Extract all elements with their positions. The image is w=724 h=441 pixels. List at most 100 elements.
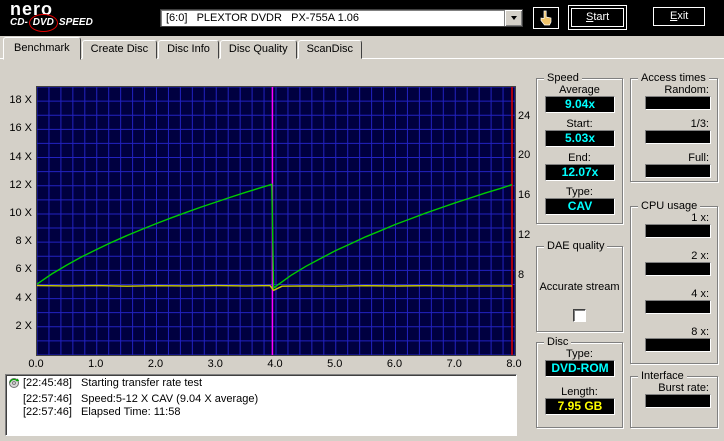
- disc-type-value: DVD-ROM: [545, 360, 615, 377]
- y-axis-tick: 2 X: [15, 319, 32, 332]
- tab-disc-info[interactable]: Disc Info: [158, 40, 219, 59]
- drive-selector-value: [6:0] PLEXTOR DVDR PX-755A 1.06: [166, 12, 359, 24]
- log-line: [22:57:46] Speed:5-12 X CAV (9.04 X aver…: [8, 393, 514, 406]
- disc-panel: Disc Type: DVD-ROM Length: 7.95 GB: [536, 336, 623, 428]
- right-axis-tick: 8: [518, 268, 525, 281]
- tab-create-disc[interactable]: Create Disc: [81, 40, 158, 59]
- speed-panel: Speed Average 9.04x Start: 5.03x End: 12…: [536, 72, 623, 224]
- cpu-2x-label: 2 x:: [691, 250, 709, 262]
- x-axis-tick: 7.0: [446, 358, 462, 370]
- dae-quality-title: DAE quality: [544, 240, 608, 252]
- x-axis-tick: 0.0: [28, 358, 44, 370]
- dropdown-arrow-icon[interactable]: [504, 10, 522, 26]
- accurate-stream-checkbox[interactable]: [572, 309, 586, 322]
- access-times-title: Access times: [638, 72, 709, 84]
- logo-dvd-oval: DVD: [28, 14, 58, 32]
- tab-disc-quality[interactable]: Disc Quality: [219, 40, 297, 59]
- log-timestamp: [22:57:46]: [23, 393, 72, 405]
- interface-panel: Interface Burst rate:: [630, 370, 718, 428]
- cpu-1x-label: 1 x:: [691, 212, 709, 224]
- log-message: Starting transfer rate test: [81, 377, 203, 389]
- x-axis-tick: 6.0: [386, 358, 403, 370]
- y-axis-tick: 10 X: [9, 206, 32, 219]
- y-axis-tick: 8 X: [15, 235, 32, 248]
- cpu-8x-label: 8 x:: [691, 326, 709, 338]
- log-entry-icon-empty: [8, 406, 23, 419]
- log-entry-icon: [8, 377, 23, 393]
- x-axis-tick: 1.0: [88, 358, 104, 370]
- disc-type-label: Type:: [566, 348, 593, 360]
- cpu-2x-value: [645, 262, 711, 276]
- log-panel: [22:45:48] Starting transfer rate test […: [5, 374, 517, 436]
- tab-benchmark[interactable]: Benchmark: [3, 37, 81, 60]
- hand-tool-button[interactable]: [533, 7, 559, 29]
- burst-rate-value: [645, 394, 711, 408]
- right-axis-tick: 16: [518, 189, 531, 202]
- cpu-8x-value: [645, 338, 711, 352]
- access-times-panel: Access times Random: 1/3: Full:: [630, 72, 718, 182]
- start-speed-value: 5.03x: [545, 130, 615, 147]
- logo-speed: SPEED: [58, 17, 93, 28]
- disc-panel-title: Disc: [544, 336, 572, 348]
- start-button-outline: Start: [568, 5, 628, 30]
- cpu-1x-value: [645, 224, 711, 238]
- start-button[interactable]: Start: [571, 8, 625, 27]
- y-axis-tick: 4 X: [15, 291, 32, 304]
- disc-length-value: 7.95 GB: [545, 398, 615, 415]
- logo-cd: CD-: [10, 17, 28, 28]
- x-axis-tick: 8.0: [506, 358, 522, 370]
- one-third-access-label: 1/3:: [690, 118, 709, 130]
- end-speed-label: End:: [568, 152, 591, 164]
- speed-panel-title: Speed: [544, 72, 582, 84]
- log-line: [22:57:46] Elapsed Time: 11:58: [8, 406, 514, 419]
- cd-dvd-speed-logo-text: CD- DVD SPEED: [10, 14, 93, 32]
- log-timestamp: [22:57:46]: [23, 406, 72, 418]
- x-axis-tick: 2.0: [147, 358, 164, 370]
- y-axis-tick: 16 X: [9, 122, 32, 135]
- average-speed-value: 9.04x: [545, 96, 615, 113]
- one-third-access-value: [645, 130, 711, 144]
- end-speed-value: 12.07x: [545, 164, 615, 181]
- nero-logo: nero CD- DVD SPEED: [10, 0, 93, 32]
- nero-cd-dvd-speed-window: nero CD- DVD SPEED [6:0] PLEXTOR DVDR PX-7…: [0, 0, 724, 441]
- disc-length-label: Length:: [561, 386, 598, 398]
- interface-panel-title: Interface: [638, 370, 687, 382]
- right-axis-tick: 20: [518, 149, 531, 162]
- average-label: Average: [559, 84, 600, 96]
- y-axis-tick: 14 X: [9, 150, 32, 163]
- tab-bar: Benchmark Create Disc Disc Info Disc Qua…: [3, 37, 363, 60]
- y-axis-tick: 6 X: [15, 263, 32, 276]
- x-axis-tick: 5.0: [327, 358, 343, 370]
- right-axis-tick: 12: [518, 228, 531, 241]
- exit-button[interactable]: Exit: [653, 7, 706, 26]
- log-message: Speed:5-12 X CAV (9.04 X average): [81, 393, 259, 405]
- cpu-usage-panel: CPU usage 1 x: 2 x: 4 x: 8 x:: [630, 200, 718, 364]
- x-axis-tick: 3.0: [207, 358, 223, 370]
- right-axis-tick: 24: [518, 109, 531, 122]
- x-axis-tick: 4.0: [267, 358, 283, 370]
- burst-rate-label: Burst rate:: [658, 382, 709, 394]
- log-message: Elapsed Time: 11:58: [81, 406, 181, 418]
- accurate-stream-label: Accurate stream: [539, 281, 620, 293]
- cpu-4x-label: 4 x:: [691, 288, 709, 300]
- full-access-label: Full:: [688, 152, 709, 164]
- random-access-value: [645, 96, 711, 110]
- y-axis-tick: 18 X: [9, 94, 32, 107]
- cpu-usage-title: CPU usage: [638, 200, 701, 212]
- speed-type-value: CAV: [545, 198, 615, 215]
- cpu-4x-value: [645, 300, 711, 314]
- log-entry-icon-empty: [8, 393, 23, 406]
- log-timestamp: [22:45:48]: [23, 377, 72, 389]
- benchmark-chart: [36, 86, 516, 356]
- drive-selector[interactable]: [6:0] PLEXTOR DVDR PX-755A 1.06: [160, 9, 523, 27]
- app-header: nero CD- DVD SPEED [6:0] PLEXTOR DVDR PX-7…: [0, 0, 724, 36]
- full-access-value: [645, 164, 711, 178]
- hand-icon: [540, 10, 552, 26]
- dae-quality-panel: DAE quality Accurate stream: [536, 240, 623, 332]
- y-axis-tick: 12 X: [9, 178, 32, 191]
- log-line: [22:45:48] Starting transfer rate test: [8, 377, 514, 393]
- start-speed-label: Start:: [566, 118, 593, 130]
- tab-scandisc[interactable]: ScanDisc: [297, 40, 363, 59]
- random-access-label: Random:: [664, 84, 709, 96]
- speed-type-label: Type:: [566, 186, 593, 198]
